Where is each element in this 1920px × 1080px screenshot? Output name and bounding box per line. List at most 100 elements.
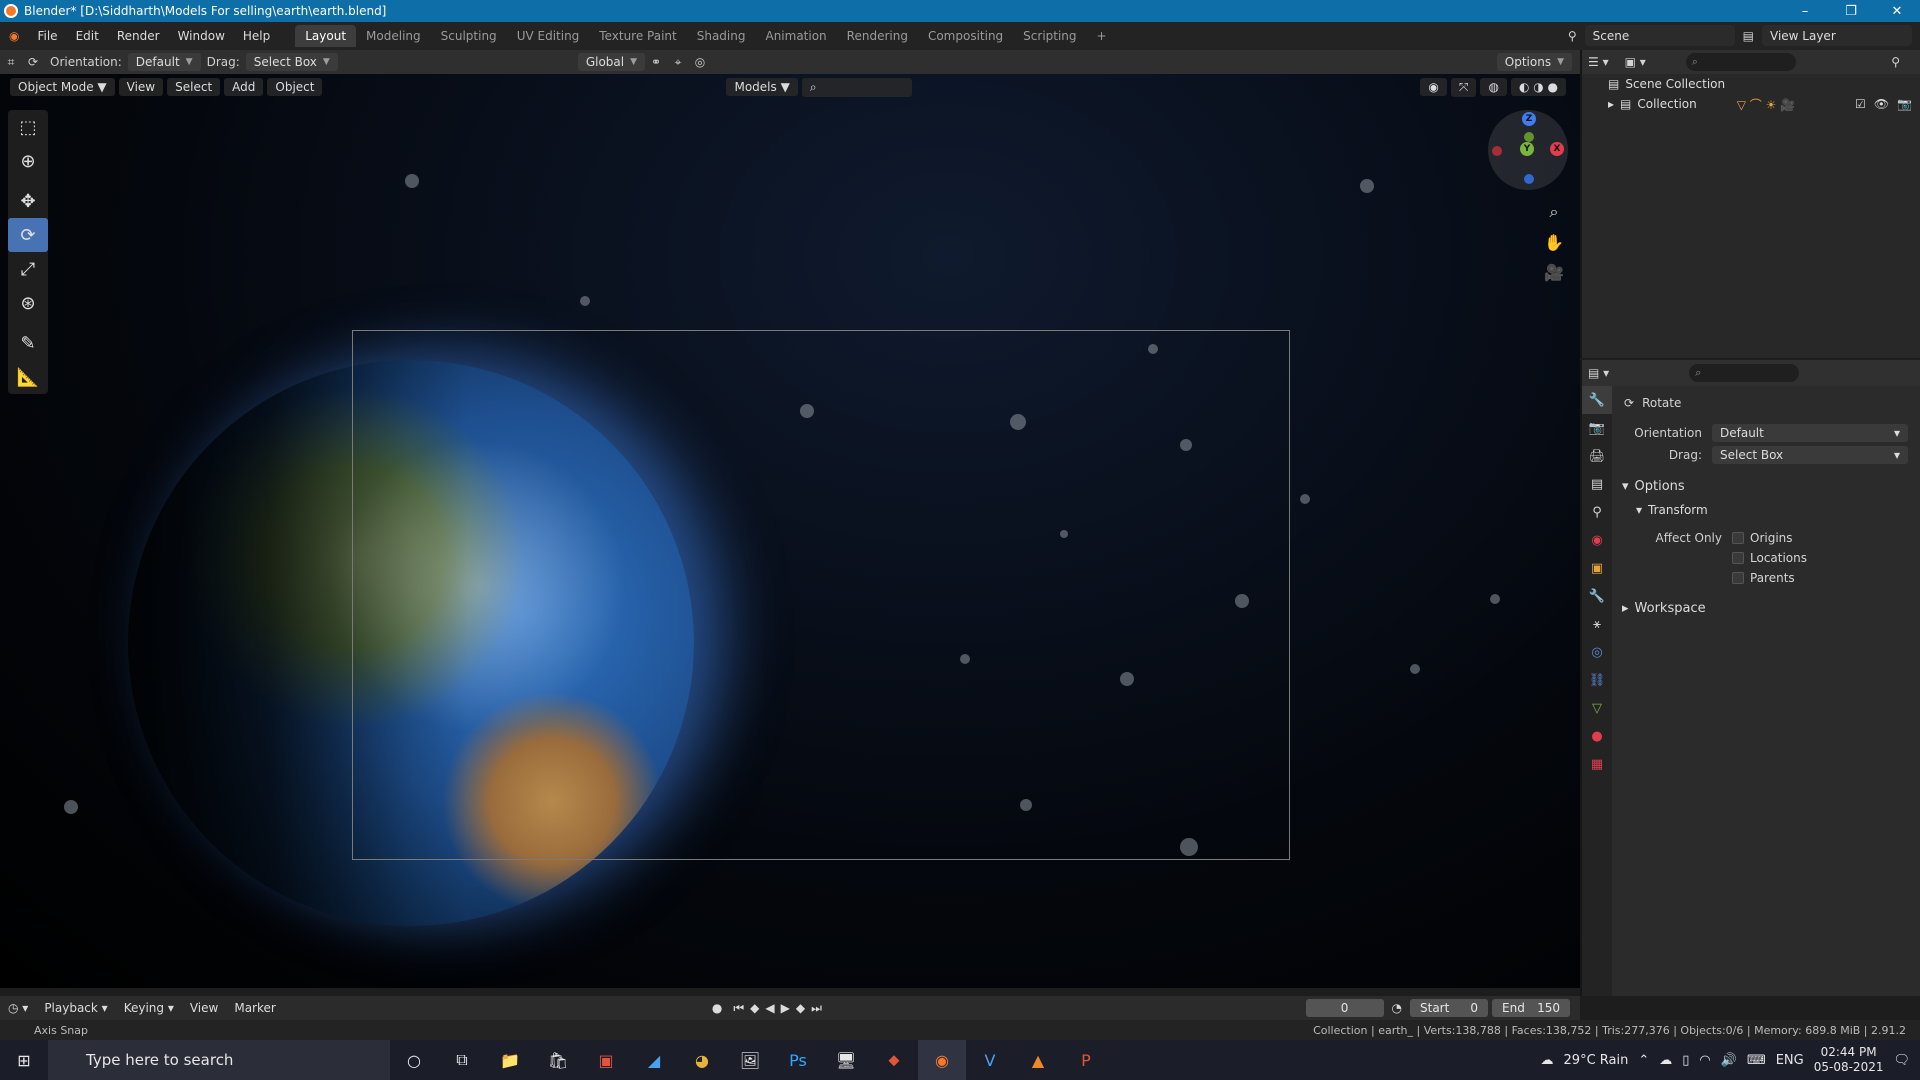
scene-selector[interactable]: Scene xyxy=(1584,25,1735,46)
tab-compositing[interactable]: Compositing xyxy=(918,25,1013,47)
physics-tab-icon[interactable]: ◎ xyxy=(1582,638,1612,666)
particles-tab-icon[interactable]: ⚹ xyxy=(1582,610,1612,638)
gizmo-toggle-icon[interactable]: ⤧ xyxy=(1450,77,1477,97)
maximize-button[interactable]: ❐ xyxy=(1828,0,1874,22)
wifi-icon[interactable]: ◠ xyxy=(1699,1053,1710,1068)
play-icon[interactable]: ▶ xyxy=(778,1001,793,1015)
proportional-edit-icon[interactable]: ◎ xyxy=(689,52,711,72)
expand-arrow-icon[interactable]: ▸ xyxy=(1608,97,1614,111)
view-layer-selector[interactable]: View Layer xyxy=(1762,25,1912,46)
blender-menu-icon[interactable]: ◉ xyxy=(0,29,28,43)
taskbar-search-input[interactable]: Type here to search xyxy=(48,1040,390,1080)
collection-filter-dropdown[interactable]: Models ▼ xyxy=(726,78,798,96)
visibility-icon[interactable]: ◉ xyxy=(1420,78,1447,96)
editor-type-icon[interactable]: ⌗ xyxy=(0,52,22,72)
shading-mode-icon[interactable]: ◐ ◑ ● xyxy=(1510,78,1566,96)
battery-icon[interactable]: ▯ xyxy=(1682,1053,1689,1068)
filter-icon[interactable]: ⚲ xyxy=(1891,55,1900,69)
view-layer-icon[interactable]: ▤ xyxy=(1743,29,1754,43)
transform-subpanel-header[interactable]: ▾ Transform xyxy=(1612,498,1920,522)
cursor-icon[interactable]: ⊕ xyxy=(8,144,48,178)
measure-icon[interactable]: 📐 xyxy=(8,360,48,394)
menu-object[interactable]: Object xyxy=(267,78,323,96)
include-checkbox-icon[interactable]: ☑ xyxy=(1855,97,1866,111)
vectorworks-icon[interactable]: V xyxy=(966,1040,1014,1080)
scene-icon[interactable]: ⚲ xyxy=(1568,29,1577,43)
menu-keying[interactable]: Keying ▾ xyxy=(116,1001,182,1015)
next-keyframe-icon[interactable]: ◆ xyxy=(793,1001,808,1015)
outliner-search-input[interactable]: ⌕ xyxy=(1685,53,1796,71)
play-reverse-icon[interactable]: ◀ xyxy=(762,1001,777,1015)
gizmo-z-axis[interactable]: Z xyxy=(1522,112,1536,126)
office-icon[interactable]: ▣ xyxy=(582,1040,630,1080)
locations-checkbox[interactable] xyxy=(1732,552,1744,564)
clock[interactable]: 02:44 PM 05-08-2021 xyxy=(1814,1045,1884,1075)
start-frame-field[interactable]: Start 0 xyxy=(1410,999,1488,1017)
timeline-editor-icon[interactable]: ◷ ▾ xyxy=(0,1001,36,1015)
tab-animation[interactable]: Animation xyxy=(755,25,836,47)
tab-scripting[interactable]: Scripting xyxy=(1013,25,1086,47)
cortana-icon[interactable]: ○ xyxy=(390,1040,438,1080)
origins-checkbox[interactable] xyxy=(1732,532,1744,544)
move-icon[interactable]: ✥ xyxy=(8,184,48,218)
render-tab-icon[interactable]: 📷 xyxy=(1582,414,1612,442)
collection-row[interactable]: ▸ ▤ Collection ▽ ⌒ ☀ 🎥 ☑ 👁 📷 xyxy=(1582,94,1920,114)
options-dropdown[interactable]: Options ▼ xyxy=(1496,53,1572,71)
preview-range-icon[interactable]: ◔ xyxy=(1384,1001,1410,1015)
add-workspace-button[interactable]: + xyxy=(1087,25,1117,47)
scene-collection-row[interactable]: ▤ Scene Collection xyxy=(1582,74,1920,94)
select-box-icon[interactable]: ⬚ xyxy=(8,110,48,144)
minimize-button[interactable]: – xyxy=(1782,0,1828,22)
menu-file[interactable]: File xyxy=(28,29,66,43)
tab-sculpting[interactable]: Sculpting xyxy=(431,25,507,47)
tab-uv-editing[interactable]: UV Editing xyxy=(507,25,590,47)
file-explorer-icon[interactable]: 📁 xyxy=(486,1040,534,1080)
blender-taskbar-icon[interactable]: ◉ xyxy=(918,1040,966,1080)
task-view-icon[interactable]: ⧉ xyxy=(438,1040,486,1080)
view-layer-tab-icon[interactable]: ▤ xyxy=(1582,470,1612,498)
overlay-icon[interactable]: ◍ xyxy=(1480,78,1507,96)
workspace-panel-header[interactable]: ▸ Workspace xyxy=(1612,596,1920,620)
properties-editor-icon[interactable]: ▤ ▾ xyxy=(1588,366,1609,380)
options-panel-header[interactable]: ▾ Options xyxy=(1612,474,1920,498)
annotate-icon[interactable]: ✎ xyxy=(8,326,48,360)
menu-playback[interactable]: Playback ▾ xyxy=(36,1001,115,1015)
pivot-icon[interactable]: ⚭ xyxy=(645,52,667,72)
tray-chevron-icon[interactable]: ⌃ xyxy=(1638,1053,1649,1068)
menu-window[interactable]: Window xyxy=(169,29,234,43)
language-indicator[interactable]: ENG xyxy=(1776,1053,1804,1068)
close-button[interactable]: ✕ xyxy=(1874,0,1920,22)
scene-tab-icon[interactable]: ⚲ xyxy=(1582,498,1612,526)
material-tab-icon[interactable]: ● xyxy=(1582,722,1612,750)
app-icon[interactable]: ◢ xyxy=(630,1040,678,1080)
vpn-icon[interactable]: ⬥ xyxy=(870,1040,918,1080)
store-icon[interactable]: 🛍 xyxy=(534,1040,582,1080)
zoom-icon[interactable]: ⌕ xyxy=(1540,198,1568,226)
properties-search-input[interactable]: ⌕ xyxy=(1689,364,1800,382)
rotate-tool-icon[interactable]: ⟳ xyxy=(22,52,44,72)
tab-shading[interactable]: Shading xyxy=(687,25,756,47)
menu-timeline-view[interactable]: View xyxy=(182,1001,226,1015)
object-tab-icon[interactable]: ▣ xyxy=(1582,554,1612,582)
menu-view[interactable]: View xyxy=(118,78,164,96)
end-frame-field[interactable]: End 150 xyxy=(1492,999,1570,1017)
jump-end-icon[interactable]: ⏭ xyxy=(808,1001,825,1016)
outliner-editor-icon[interactable]: ☰ ▾ xyxy=(1588,55,1609,69)
notifications-icon[interactable]: 🗨 xyxy=(1893,1053,1910,1068)
render-camera-icon[interactable]: 📷 xyxy=(1897,97,1912,111)
drag-dropdown[interactable]: Select Box ▼ xyxy=(245,53,338,71)
snap-icon[interactable]: ⌖ xyxy=(667,52,689,72)
constraints-tab-icon[interactable]: ⛓ xyxy=(1582,666,1612,694)
gizmo-y-axis[interactable]: Y xyxy=(1520,142,1534,156)
powerpoint-icon[interactable]: P xyxy=(1062,1040,1110,1080)
control-panel-icon[interactable]: 🖥 xyxy=(822,1040,870,1080)
display-mode-icon[interactable]: ▣ ▾ xyxy=(1625,55,1646,69)
prop-orientation-dropdown[interactable]: Default ▾ xyxy=(1712,424,1908,442)
gizmo-x-axis[interactable]: X xyxy=(1550,142,1564,156)
photos-icon[interactable]: 🖼 xyxy=(726,1040,774,1080)
data-tab-icon[interactable]: ▽ xyxy=(1582,694,1612,722)
object-mode-dropdown[interactable]: Object Mode ▼ xyxy=(10,78,115,96)
prev-keyframe-icon[interactable]: ◆ xyxy=(747,1001,762,1015)
menu-help[interactable]: Help xyxy=(234,29,279,43)
camera-view-icon[interactable]: 🎥 xyxy=(1540,258,1568,286)
